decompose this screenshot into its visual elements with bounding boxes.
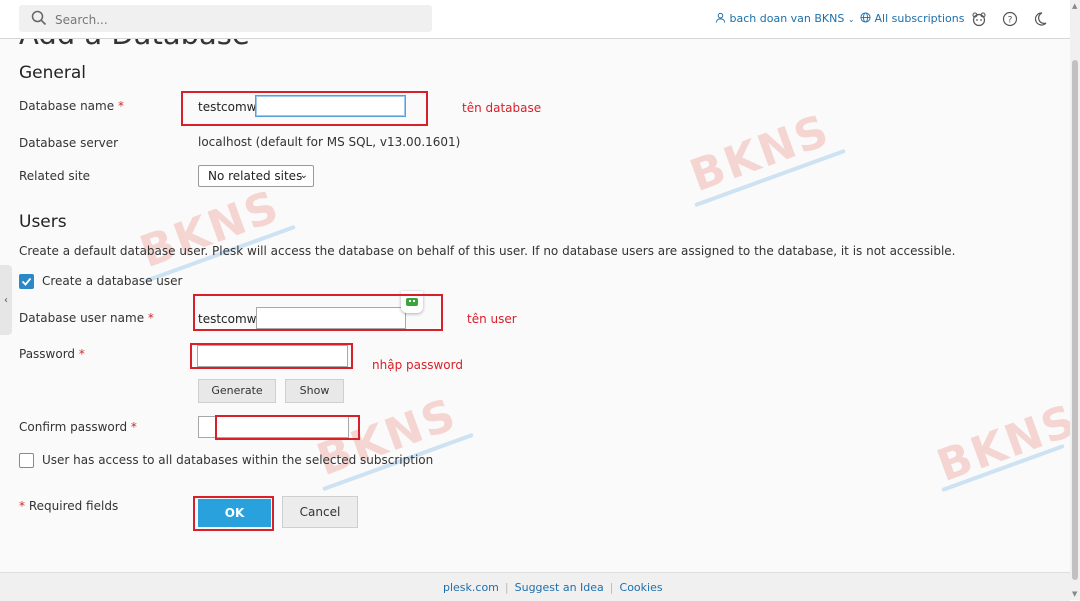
required-star: * xyxy=(117,99,124,113)
chevron-left-icon: ‹ xyxy=(4,294,8,306)
database-server-value: localhost (default for MS SQL, v13.00.16… xyxy=(198,135,461,149)
required-star: * xyxy=(147,311,154,325)
access-all-checkbox[interactable] xyxy=(19,453,34,468)
footer-links: plesk.com | Suggest an Idea | Cookies xyxy=(443,581,663,594)
required-fields-note: * Required fields xyxy=(19,499,119,513)
subscriptions-label: All subscriptions xyxy=(874,12,965,25)
top-bar: bach doan van BKNS ⌄ All subscriptions ? xyxy=(0,0,1070,39)
access-all-label[interactable]: User has access to all databases within … xyxy=(42,453,433,467)
user-icon xyxy=(715,12,726,23)
confirm-password-input[interactable] xyxy=(198,416,349,438)
footer: plesk.com | Suggest an Idea | Cookies xyxy=(0,572,1070,601)
database-name-prefix: testcomw_ xyxy=(198,100,263,114)
annotation-database-name: tên database xyxy=(462,101,542,115)
create-user-label[interactable]: Create a database user xyxy=(42,274,182,288)
search-icon xyxy=(31,10,47,26)
footer-link-cookies[interactable]: Cookies xyxy=(620,581,663,594)
svg-text:?: ? xyxy=(1008,16,1013,26)
footer-separator: | xyxy=(609,581,614,594)
chevron-down-icon: ⌄ xyxy=(847,15,855,24)
password-label: Password * xyxy=(19,347,85,361)
watermark: BKNS xyxy=(930,394,1080,493)
watermark: BKNS xyxy=(683,104,837,203)
sidebar-toggle[interactable]: ‹ xyxy=(0,265,12,335)
required-star: * xyxy=(130,420,137,434)
globe-icon xyxy=(860,12,871,23)
user-name-prefix: testcomw_ xyxy=(198,312,263,326)
search-input[interactable] xyxy=(53,9,417,30)
check-icon xyxy=(21,277,32,286)
scroll-down-icon[interactable]: ▼ xyxy=(1072,590,1077,598)
footer-separator: | xyxy=(504,581,509,594)
generate-button[interactable]: Generate xyxy=(198,379,276,403)
cancel-button[interactable]: Cancel xyxy=(282,496,358,528)
user-menu[interactable]: bach doan van BKNS ⌄ xyxy=(715,12,855,25)
search-box[interactable] xyxy=(19,5,432,32)
section-heading-general: General xyxy=(19,63,86,83)
user-name-label: Database user name * xyxy=(19,311,154,325)
help-icon[interactable]: ? xyxy=(1002,11,1018,27)
password-manager-icon[interactable] xyxy=(401,291,423,313)
show-button[interactable]: Show xyxy=(285,379,344,403)
database-name-input[interactable] xyxy=(255,95,406,117)
footer-link-plesk[interactable]: plesk.com xyxy=(443,581,499,594)
scrollbar[interactable]: ▲ ▼ xyxy=(1070,0,1080,600)
user-name-input[interactable] xyxy=(256,307,406,329)
users-description: Create a default database user. Plesk wi… xyxy=(19,244,956,258)
watermark-swoosh xyxy=(694,148,846,208)
related-site-select[interactable]: No related sites ⌄ xyxy=(198,165,314,187)
confirm-password-label: Confirm password * xyxy=(19,420,137,434)
footer-link-suggest[interactable]: Suggest an Idea xyxy=(515,581,604,594)
scroll-up-icon[interactable]: ▲ xyxy=(1072,2,1077,10)
user-name: bach doan van BKNS xyxy=(729,12,845,25)
watermark-swoosh xyxy=(941,443,1065,493)
related-site-label: Related site xyxy=(19,169,91,183)
ok-button[interactable]: OK xyxy=(198,499,271,527)
chevron-down-icon: ⌄ xyxy=(299,170,308,181)
scrollbar-thumb[interactable] xyxy=(1072,60,1078,580)
password-input[interactable] xyxy=(197,345,348,367)
subscriptions-selector[interactable]: All subscriptions xyxy=(860,12,964,25)
required-star: * xyxy=(78,347,85,361)
section-heading-users: Users xyxy=(19,212,67,232)
mascot-icon[interactable] xyxy=(971,11,987,27)
database-name-label: Database name * xyxy=(19,99,124,113)
related-site-value: No related sites xyxy=(208,169,303,183)
watermark: BKNS xyxy=(133,180,287,279)
annotation-user-name: tên user xyxy=(467,312,517,326)
key-icon xyxy=(406,298,418,306)
moon-icon[interactable] xyxy=(1032,11,1048,27)
database-server-label: Database server xyxy=(19,136,119,150)
create-user-checkbox[interactable] xyxy=(19,274,34,289)
annotation-password: nhập password xyxy=(372,358,463,372)
